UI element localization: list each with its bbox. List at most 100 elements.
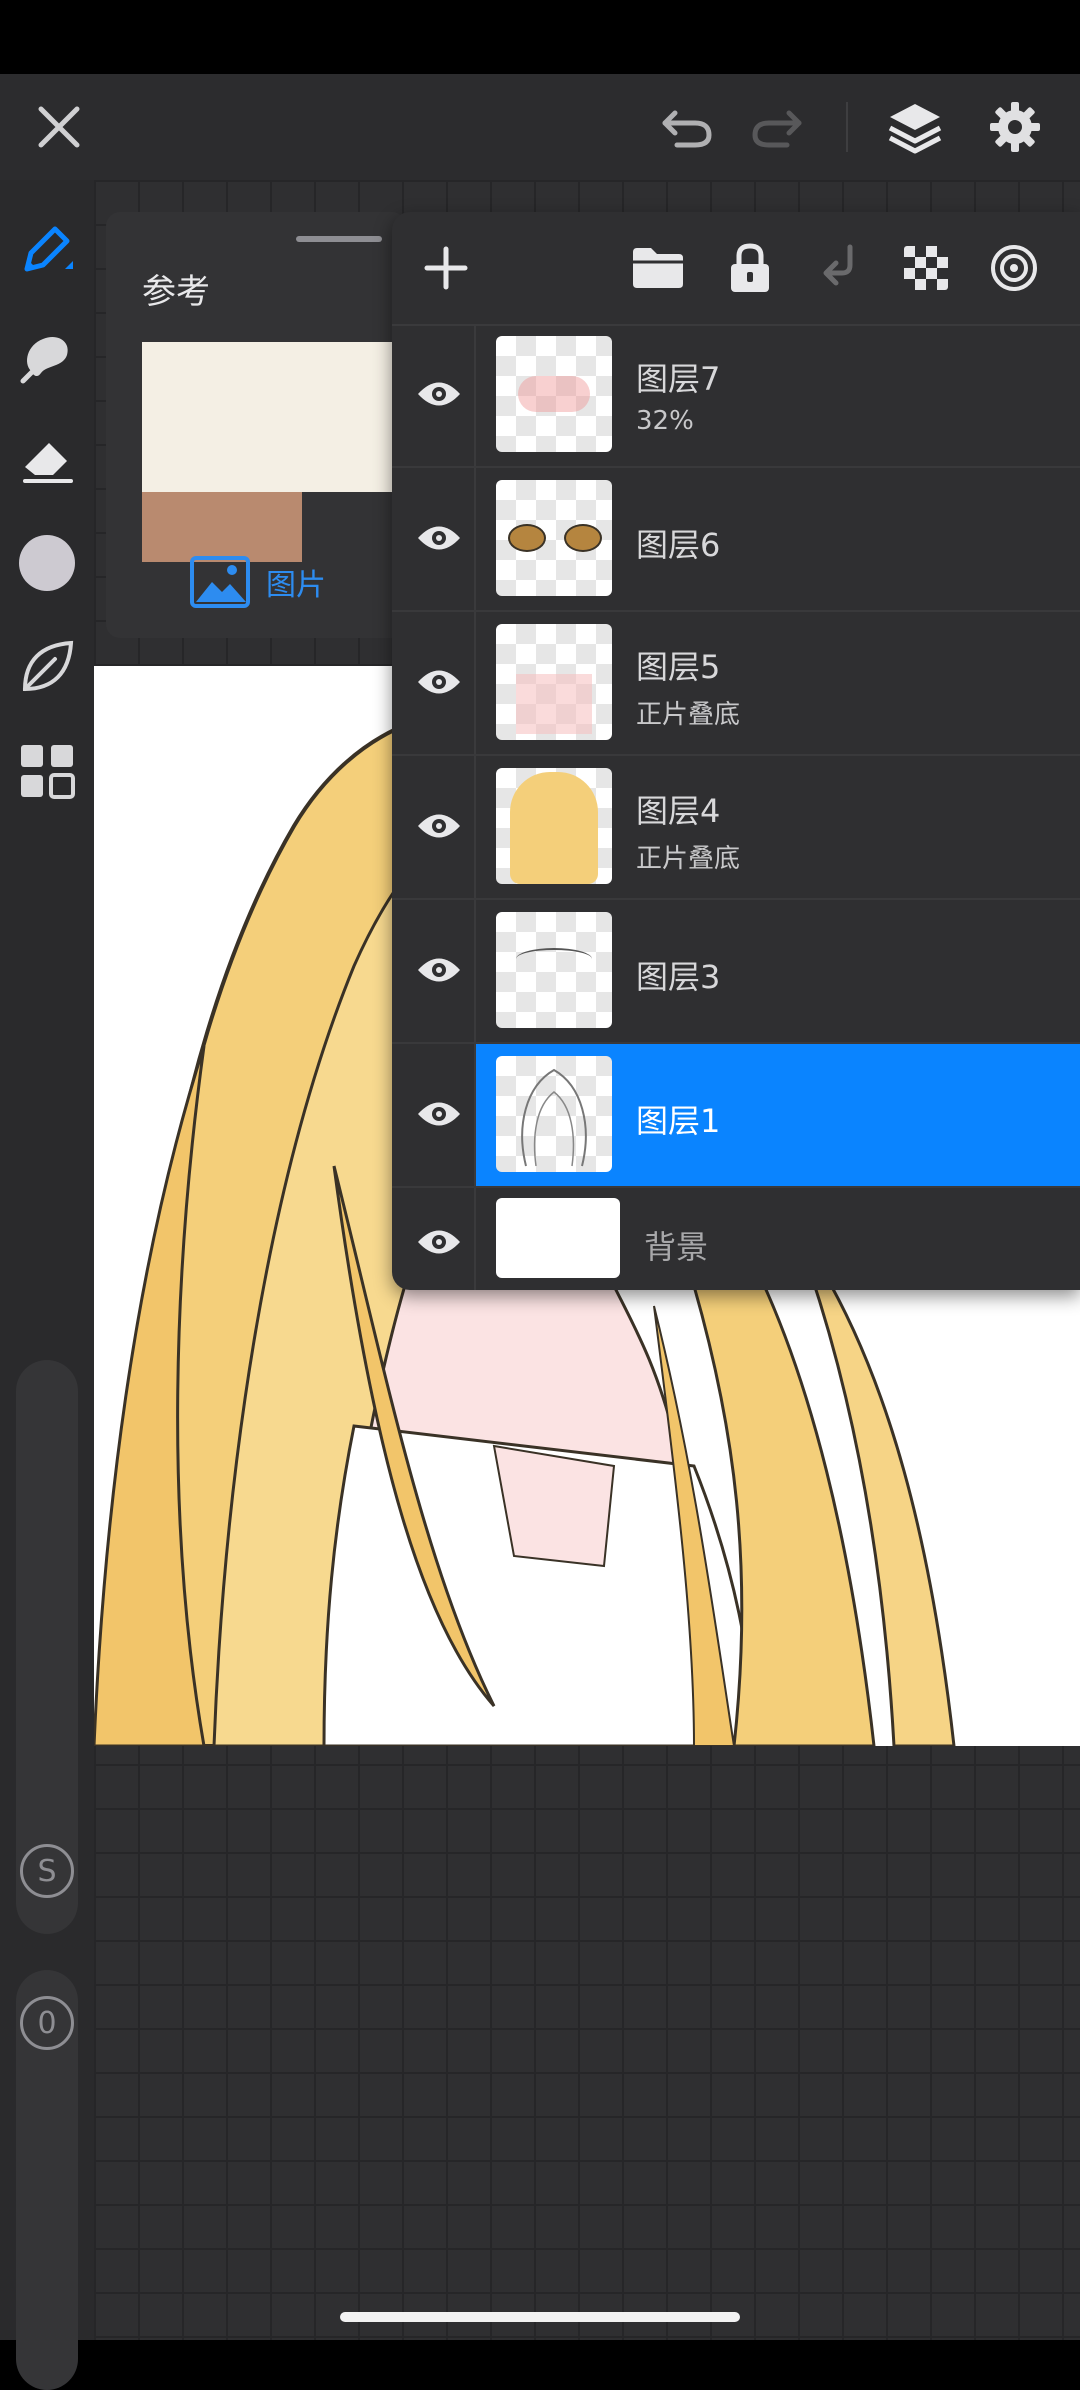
folder-icon — [633, 248, 683, 288]
layers-button[interactable] — [882, 94, 948, 160]
layer-name: 图层6 — [636, 526, 721, 564]
reference-tab-image[interactable]: 图片 — [190, 556, 326, 608]
reference-window[interactable]: 参考 图片 — [106, 212, 406, 638]
eye-icon — [418, 814, 460, 838]
layer-row[interactable]: 图层6 — [392, 468, 1080, 612]
merge-down-button[interactable] — [806, 236, 870, 300]
layer-blend-mode-label: 正片叠底 — [636, 700, 741, 730]
layer-name: 图层1 — [636, 1102, 721, 1140]
eye-icon — [418, 1102, 460, 1126]
pen-icon — [24, 226, 73, 272]
eye-icon — [418, 382, 460, 406]
layer-thumbnail — [496, 480, 612, 596]
opacity-slider[interactable]: 0 — [16, 1970, 78, 2390]
brush-size-knob[interactable]: S — [20, 1844, 74, 1898]
opacity-label: 0 — [37, 2005, 57, 2041]
reference-title: 参考 — [142, 272, 210, 312]
status-bar — [0, 0, 1080, 74]
undo-icon — [662, 110, 712, 148]
lock-icon — [731, 243, 769, 292]
layer-visibility-toggle[interactable] — [406, 1084, 472, 1144]
layer-row-body[interactable]: 图层6 — [476, 468, 1080, 610]
layer-opacity-label: 32% — [636, 406, 694, 436]
checkerboard-icon — [904, 246, 948, 290]
layer-thumbnail — [496, 1198, 620, 1278]
image-icon — [190, 556, 250, 608]
reference-image-secondary — [142, 492, 302, 562]
layer-row[interactable]: 图层7 32% — [392, 324, 1080, 468]
merge-down-icon — [823, 244, 853, 286]
layer-visibility-toggle[interactable] — [406, 652, 472, 712]
eye-icon — [418, 1230, 460, 1254]
left-toolbar: S 0 — [0, 180, 94, 2390]
layer-name: 背景 — [644, 1228, 709, 1266]
transparency-lock-button[interactable] — [894, 236, 958, 300]
layer-row-body[interactable]: 图层4 正片叠底 — [476, 756, 1080, 898]
eye-icon — [418, 958, 460, 982]
reference-tab-image-label: 图片 — [266, 568, 326, 603]
reference-layer-button[interactable] — [982, 236, 1046, 300]
leaf-icon — [22, 640, 74, 692]
opacity-knob[interactable]: 0 — [20, 1996, 74, 2050]
layer-row[interactable]: 图层3 — [392, 900, 1080, 1044]
top-toolbar — [0, 74, 1080, 180]
layer-row-body[interactable]: 图层1 — [476, 1044, 1080, 1186]
redo-button[interactable] — [744, 94, 810, 160]
gear-icon — [990, 102, 1040, 152]
lock-layer-button[interactable] — [718, 236, 782, 300]
close-icon — [38, 106, 80, 148]
brush-size-label: S — [37, 1853, 57, 1889]
eye-icon — [418, 670, 460, 694]
layer-row-body[interactable]: 图层5 正片叠底 — [476, 612, 1080, 754]
layer-row-selected[interactable]: 图层1 — [392, 1044, 1080, 1188]
brush-size-slider[interactable]: S — [16, 1360, 78, 1934]
close-button[interactable] — [26, 94, 92, 160]
gallery-button[interactable] — [14, 738, 80, 804]
layer-row[interactable]: 图层5 正片叠底 — [392, 612, 1080, 756]
layer-thumbnail — [496, 768, 612, 884]
eraser-icon — [23, 443, 73, 483]
layer-visibility-toggle[interactable] — [406, 1212, 472, 1272]
grid-icon — [21, 745, 75, 799]
color-picker-button[interactable] — [14, 530, 80, 596]
eraser-tool-button[interactable] — [14, 426, 80, 492]
layer-row[interactable]: 图层4 正片叠底 — [392, 756, 1080, 900]
settings-button[interactable] — [982, 94, 1048, 160]
undo-button[interactable] — [654, 94, 720, 160]
layer-thumbnail — [496, 912, 612, 1028]
layer-name: 图层7 — [636, 360, 721, 398]
home-indicator[interactable] — [340, 2312, 740, 2322]
sketch-thumbnail — [521, 1068, 587, 1167]
add-layer-button[interactable] — [414, 236, 478, 300]
layer-visibility-toggle[interactable] — [406, 364, 472, 424]
layer-row-body[interactable]: 背景 — [476, 1188, 1080, 1290]
layer-visibility-toggle[interactable] — [406, 796, 472, 856]
reference-drag-handle[interactable] — [296, 236, 382, 242]
layer-thumbnail — [496, 624, 612, 740]
layer-name: 图层5 — [636, 648, 721, 686]
layer-visibility-toggle[interactable] — [406, 940, 472, 1000]
layer-thumbnail — [496, 336, 612, 452]
current-color-swatch — [19, 535, 75, 591]
toolbar-divider — [846, 102, 848, 152]
smudge-icon — [20, 336, 68, 384]
layer-row-background[interactable]: 背景 — [392, 1188, 1080, 1290]
layer-group-button[interactable] — [626, 236, 690, 300]
eye-icon — [418, 526, 460, 550]
layers-icon — [888, 104, 942, 154]
target-icon — [991, 245, 1037, 291]
layer-row-body[interactable]: 图层3 — [476, 900, 1080, 1042]
redo-icon — [752, 110, 802, 148]
layer-visibility-toggle[interactable] — [406, 508, 472, 568]
layers-toolbar — [392, 212, 1080, 326]
layer-name: 图层3 — [636, 958, 721, 996]
layers-panel: 图层7 32% 图层6 图层5 正片叠底 图层4 正片叠底 图层3 图层1 背景 — [392, 212, 1080, 1290]
reference-image — [142, 342, 406, 492]
brush-library-button[interactable] — [14, 634, 80, 700]
layer-thumbnail — [496, 1056, 612, 1172]
layer-blend-mode-label: 正片叠底 — [636, 844, 741, 874]
brush-tool-button[interactable] — [14, 216, 80, 282]
smudge-tool-button[interactable] — [14, 322, 80, 388]
layer-row-body[interactable]: 图层7 32% — [476, 324, 1080, 466]
plus-icon — [424, 246, 468, 290]
